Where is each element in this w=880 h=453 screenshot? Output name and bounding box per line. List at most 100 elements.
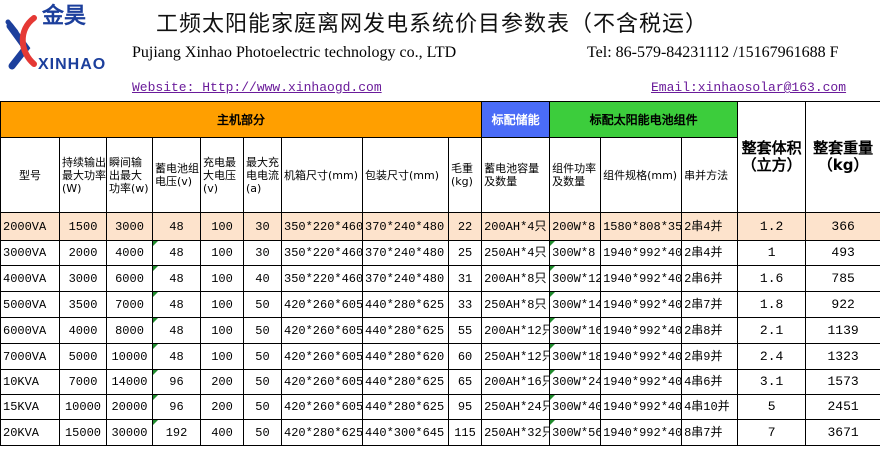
table-cell: 1940*992*40 bbox=[600, 419, 683, 446]
table-cell: 200W*8 bbox=[549, 212, 602, 241]
table-cell: 4000 bbox=[106, 240, 153, 266]
table-row: 5000VA 3500 7000 48 100 50 420*260*605 440*280*… bbox=[0, 291, 880, 318]
table-cell: 10KVA bbox=[0, 369, 60, 395]
table-cell: 1.6 bbox=[737, 265, 807, 292]
table-cell: 1580*808*35 bbox=[600, 212, 683, 241]
table-cell: 7000 bbox=[59, 369, 107, 395]
table-cell: 100 bbox=[200, 317, 244, 344]
col-header: 蓄电池容量及数量 bbox=[481, 137, 551, 213]
table-cell: 420*280*625 bbox=[281, 419, 363, 446]
table-cell: 420*260*605 bbox=[281, 394, 363, 420]
table-cell: 3.1 bbox=[737, 369, 807, 395]
website-link[interactable]: Website: Http://www.xinhaogd.com bbox=[132, 80, 382, 95]
table-cell: 2串4并 bbox=[681, 212, 739, 241]
col-header: 串并方法 bbox=[681, 137, 739, 213]
table-cell: 2串7并 bbox=[681, 291, 739, 318]
table-cell: 2451 bbox=[805, 394, 880, 420]
table-cell: 5000VA bbox=[0, 291, 60, 318]
page-title: 工频太阳能家庭离网发电系统价目参数表（不含税运） bbox=[156, 12, 709, 37]
table-cell: 60 bbox=[447, 343, 483, 370]
table-cell: 250AH*32只 bbox=[481, 419, 551, 446]
table-cell: 4000VA bbox=[0, 265, 60, 292]
table-cell: 7000VA bbox=[0, 343, 60, 370]
table-cell: 350*220*460 bbox=[281, 240, 363, 266]
table-cell: 5000 bbox=[59, 343, 107, 370]
table-cell: 1940*992*40 bbox=[600, 265, 683, 292]
table-cell: 440*280*625 bbox=[362, 369, 449, 395]
table-cell: 50 bbox=[243, 317, 282, 344]
table-cell: 96 bbox=[152, 369, 201, 395]
table-cell: 22 bbox=[447, 212, 483, 241]
table-cell: 20KVA bbox=[0, 419, 60, 446]
company-logo: 金昊 XINHAO bbox=[4, 4, 126, 76]
table-cell: 420*260*605 bbox=[281, 343, 363, 370]
table-cell: 300W*56 bbox=[549, 419, 602, 446]
table-cell: 3500 bbox=[59, 291, 107, 318]
table-cell: 95 bbox=[447, 394, 483, 420]
table-cell: 1940*992*40 bbox=[600, 394, 683, 420]
table-row: 3000VA 2000 4000 48 100 30 350*220*460 370*240*… bbox=[0, 240, 880, 266]
table-cell: 366 bbox=[805, 212, 880, 241]
table-cell: 100 bbox=[200, 343, 244, 370]
table-cell: 440*280*625 bbox=[362, 317, 449, 344]
table-cell: 200AH*8只 bbox=[481, 265, 551, 292]
table-cell: 370*240*480 bbox=[362, 240, 449, 266]
group-battery: 标配储能 bbox=[481, 101, 551, 138]
table-cell: 65 bbox=[447, 369, 483, 395]
table-cell: 100 bbox=[200, 212, 244, 241]
table-cell: 1940*992*40 bbox=[600, 317, 683, 344]
col-header: 最大充电电流(a) bbox=[243, 137, 282, 213]
table-cell: 2串4并 bbox=[681, 240, 739, 266]
table-cell: 440*280*625 bbox=[362, 394, 449, 420]
table-cell: 2.4 bbox=[737, 343, 807, 370]
table-cell: 1940*992*40 bbox=[600, 369, 683, 395]
table-cell: 922 bbox=[805, 291, 880, 318]
table-cell: 420*260*605 bbox=[281, 369, 363, 395]
email-link[interactable]: Email:xinhaosolar@163.com bbox=[651, 80, 846, 95]
table-cell: 1 bbox=[737, 240, 807, 266]
table-cell: 50 bbox=[243, 419, 282, 446]
table-cell: 14000 bbox=[106, 369, 153, 395]
table-cell: 250AH*8只 bbox=[481, 291, 551, 318]
table-cell: 300W*24 bbox=[549, 369, 602, 395]
table-cell: 100 bbox=[200, 240, 244, 266]
table-cell: 192 bbox=[152, 419, 201, 446]
table-cell: 300W*16 bbox=[549, 317, 602, 344]
col-header: 包装尺寸(mm) bbox=[362, 137, 449, 213]
table-cell: 785 bbox=[805, 265, 880, 292]
table-cell: 2串6并 bbox=[681, 265, 739, 292]
table-cell: 2.1 bbox=[737, 317, 807, 344]
table-cell: 100 bbox=[200, 291, 244, 318]
col-header: 组件规格(mm) bbox=[600, 137, 683, 213]
table-cell: 7000 bbox=[106, 291, 153, 318]
col-header: 毛重(kg) bbox=[447, 137, 483, 213]
table-cell: 96 bbox=[152, 394, 201, 420]
table-cell: 4000 bbox=[59, 317, 107, 344]
header-weight: 整套重量（kg） bbox=[805, 101, 880, 213]
table-cell: 1500 bbox=[59, 212, 107, 241]
col-header: 蓄电池组电压(v) bbox=[152, 137, 201, 213]
table-cell: 1573 bbox=[805, 369, 880, 395]
table-cell: 48 bbox=[152, 343, 201, 370]
table-row: 4000VA 3000 6000 48 100 40 350*220*460 370*240*… bbox=[0, 265, 880, 292]
table-cell: 3000 bbox=[59, 265, 107, 292]
col-header: 瞬间输出最大功率(w) bbox=[106, 137, 153, 213]
table-cell: 300W*12 bbox=[549, 265, 602, 292]
table-row: 6000VA 4000 8000 48 100 50 420*260*605 440*280*… bbox=[0, 317, 880, 344]
table-cell: 4串10并 bbox=[681, 394, 739, 420]
table-cell: 400 bbox=[200, 419, 244, 446]
table-cell: 493 bbox=[805, 240, 880, 266]
table-cell: 30 bbox=[243, 212, 282, 241]
table-cell: 300W*18 bbox=[549, 343, 602, 370]
table-cell: 3000VA bbox=[0, 240, 60, 266]
price-parameter-table: 主机部分 标配储能 标配太阳能电池组件 整套体积（立方） 整套重量（kg） 型号… bbox=[0, 101, 880, 446]
table-cell: 2串8并 bbox=[681, 317, 739, 344]
table-row: 10KVA 7000 14000 96 200 50 420*260*605 440*280*… bbox=[0, 369, 880, 395]
table-cell: 48 bbox=[152, 212, 201, 241]
table-cell: 15KVA bbox=[0, 394, 60, 420]
table-cell: 420*260*605 bbox=[281, 317, 363, 344]
table-cell: 100 bbox=[200, 265, 244, 292]
col-header: 机箱尺寸(mm) bbox=[281, 137, 363, 213]
table-cell: 1139 bbox=[805, 317, 880, 344]
table-cell: 2000VA bbox=[0, 212, 60, 241]
